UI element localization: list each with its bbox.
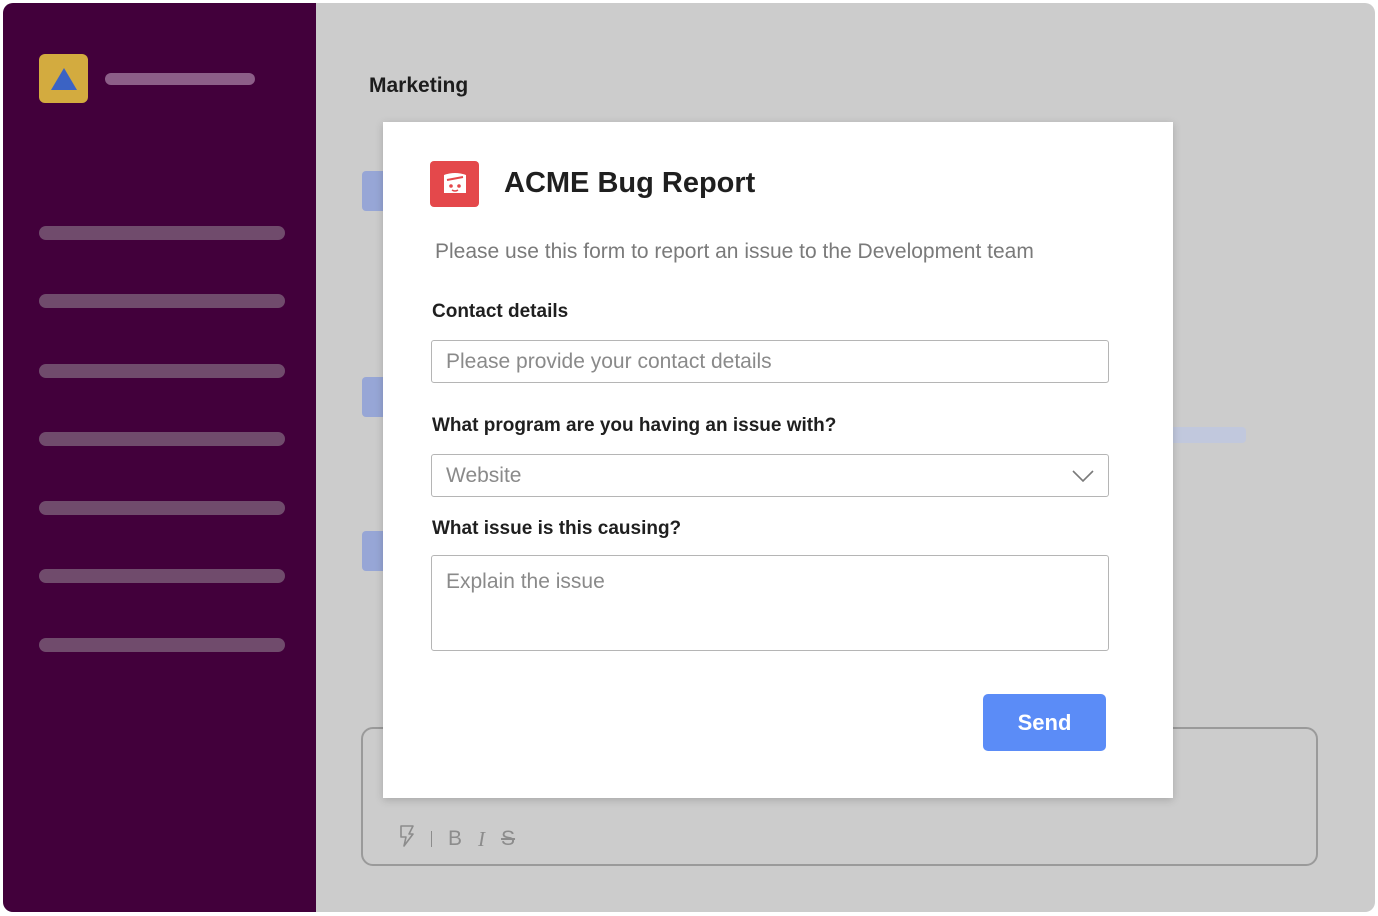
sidebar bbox=[3, 3, 316, 912]
issue-label: What issue is this causing? bbox=[432, 518, 682, 539]
bug-report-app-icon bbox=[430, 161, 479, 207]
workspace-name-placeholder bbox=[105, 73, 255, 85]
italic-icon[interactable]: I bbox=[478, 827, 485, 852]
toolbar-separator bbox=[431, 831, 432, 847]
program-selected-value: Website bbox=[446, 463, 522, 487]
workspace-logo[interactable] bbox=[39, 54, 88, 103]
send-button[interactable]: Send bbox=[983, 694, 1106, 751]
program-label: What program are you having an issue wit… bbox=[432, 415, 837, 436]
contact-details-label: Contact details bbox=[432, 301, 569, 322]
sidebar-item[interactable] bbox=[39, 638, 285, 652]
strikethrough-icon[interactable]: S bbox=[501, 827, 515, 851]
modal-title: ACME Bug Report bbox=[504, 167, 756, 199]
bold-icon[interactable]: B bbox=[448, 827, 462, 851]
program-select[interactable]: Website bbox=[431, 454, 1109, 497]
lightning-bolt-icon[interactable] bbox=[399, 824, 415, 854]
bug-report-modal: ACME Bug Report Please use this form to … bbox=[383, 122, 1173, 798]
sidebar-item[interactable] bbox=[39, 501, 285, 515]
sidebar-item[interactable] bbox=[39, 364, 285, 378]
modal-description: Please use this form to report an issue … bbox=[435, 240, 1034, 263]
issue-textarea[interactable] bbox=[431, 555, 1109, 651]
sidebar-item[interactable] bbox=[39, 569, 285, 583]
formatting-toolbar: B I S bbox=[399, 824, 515, 854]
sidebar-item[interactable] bbox=[39, 294, 285, 308]
triangle-logo-icon bbox=[50, 67, 77, 90]
contact-details-input[interactable] bbox=[431, 340, 1109, 383]
channel-title: Marketing bbox=[369, 74, 469, 97]
chevron-down-icon bbox=[1072, 469, 1094, 482]
sidebar-item[interactable] bbox=[39, 432, 285, 446]
sidebar-item[interactable] bbox=[39, 226, 285, 240]
